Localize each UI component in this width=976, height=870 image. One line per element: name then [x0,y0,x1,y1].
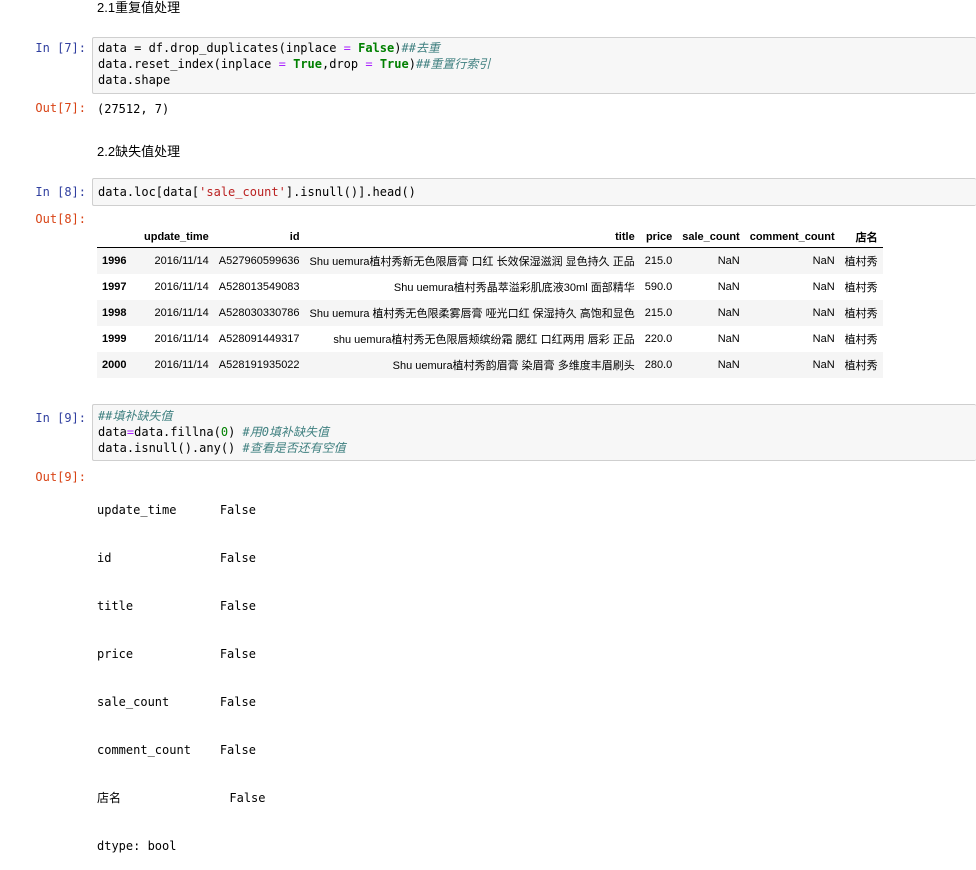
cell-comment-count: NaN [812,255,835,267]
cell-price: 215.0 [644,255,673,267]
output-line: title False [97,599,256,613]
row-index: 1999 [102,333,127,345]
cell8-input-prompt: In [8]: [35,185,86,199]
column-header-shop-name: 店名 [839,226,883,248]
cell-sale-count: NaN [717,255,740,267]
output-line: comment_count False [97,743,256,757]
cell8-code-line-1: data.loc[data['sale_count'].isnull()].he… [98,185,416,199]
cell-update-time: 2016/11/14 [154,281,209,293]
output-line: sale_count False [97,695,256,709]
cell-comment-count: NaN [812,333,835,345]
cell-update-time: 2016/11/14 [154,333,209,345]
table-row: 1996 2016/11/14 A527960599636 Shu uemura… [97,247,883,274]
cell9-code-line-1: ##填补缺失值 [98,409,173,423]
output-line: update_time False [97,503,256,517]
cell-shop-name: 植村秀 [844,308,878,320]
table-row: 2000 2016/11/14 A528191935022 Shu uemura… [97,352,883,378]
column-header-id: id [213,226,305,248]
column-header-update-time: update_time [139,226,214,248]
cell7-input-prompt: In [7]: [35,41,86,55]
column-header-comment-count: comment_count [744,226,840,248]
cell7-code-line-3: data.shape [98,73,171,87]
cell7-code-editor[interactable]: data = df.drop_duplicates(inplace = Fals… [92,37,976,94]
dataframe-output-table: update_time id title price sale_count co… [97,226,883,378]
cell-id: A528091449317 [218,333,300,345]
row-index: 1997 [102,281,127,293]
cell7-output: (27512, 7) [97,102,170,116]
column-header-title: title [304,226,640,248]
column-header-price: price [639,226,678,248]
cell-price: 590.0 [644,281,673,293]
row-index: 2000 [102,359,127,371]
row-index: 1996 [102,255,127,267]
cell-sale-count: NaN [717,281,740,293]
cell-id: A528191935022 [218,359,300,371]
column-header-sale-count: sale_count [677,226,745,248]
cell9-code-line-2: data=data.fillna(0) #用0填补缺失值 [98,425,329,439]
table-row: 1999 2016/11/14 A528091449317 shu uemura… [97,326,883,352]
cell-shop-name: 植村秀 [844,256,878,268]
cell7-code-line-1: data = df.drop_duplicates(inplace = Fals… [98,41,440,55]
section-heading-missing-values: 2.2缺失值处理 [97,144,181,159]
cell-title: Shu uemura植村秀晶萃溢彩肌底液30ml 面部精华 [393,282,635,294]
cell-id: A528030330786 [218,307,300,319]
cell-shop-name: 植村秀 [844,360,878,372]
row-index: 1998 [102,307,127,319]
cell9-code-editor[interactable]: ##填补缺失值 data=data.fillna(0) #用0填补缺失值 dat… [92,404,976,461]
output-line: id False [97,551,256,565]
cell-sale-count: NaN [717,307,740,319]
cell-comment-count: NaN [812,359,835,371]
table-header-row: update_time id title price sale_count co… [97,226,883,248]
cell9-output: update_time False id False title False p… [97,470,266,870]
cell8-code-editor[interactable]: data.loc[data['sale_count'].isnull()].he… [92,178,976,206]
section-heading-duplicates: 2.1重复值处理 [97,0,181,15]
cell-title: Shu uemura植村秀新无色限唇膏 口红 长效保湿滋润 显色持久 正品 [309,256,635,268]
cell-comment-count: NaN [812,281,835,293]
cell-title: Shu uemura植村秀韵眉膏 染眉膏 多维度丰眉刷头 [392,360,635,372]
cell9-input-prompt: In [9]: [35,411,86,425]
cell-update-time: 2016/11/14 [154,255,209,267]
cell-title: shu uemura植村秀无色限唇颊缤纷霜 腮红 口红两用 唇彩 正品 [333,334,635,346]
cell9-output-prompt: Out[9]: [35,470,86,484]
cell-title: Shu uemura 植村秀无色限柔雾唇膏 哑光口红 保湿持久 高饱和显色 [309,308,635,320]
cell7-output-prompt: Out[7]: [35,101,86,115]
cell7-code-line-2: data.reset_index(inplace = True,drop = T… [98,57,491,71]
cell-shop-name: 植村秀 [844,334,878,346]
output-line: price False [97,647,256,661]
cell-update-time: 2016/11/14 [154,307,209,319]
cell9-code-line-3: data.isnull().any() #查看是否还有空值 [98,441,346,455]
output-line: dtype: bool [97,839,177,853]
column-header-index [97,226,139,248]
cell-update-time: 2016/11/14 [154,359,209,371]
table-row: 1998 2016/11/14 A528030330786 Shu uemura… [97,300,883,326]
output-line: 店名 False [97,791,266,805]
cell-id: A527960599636 [218,255,300,267]
cell-sale-count: NaN [717,333,740,345]
cell-price: 280.0 [644,359,673,371]
cell-id: A528013549083 [218,281,300,293]
cell-price: 220.0 [644,333,673,345]
table-row: 1997 2016/11/14 A528013549083 Shu uemura… [97,274,883,300]
cell8-output-prompt: Out[8]: [35,212,86,226]
cell-price: 215.0 [644,307,673,319]
cell-comment-count: NaN [812,307,835,319]
cell-sale-count: NaN [717,359,740,371]
cell-shop-name: 植村秀 [844,282,878,294]
